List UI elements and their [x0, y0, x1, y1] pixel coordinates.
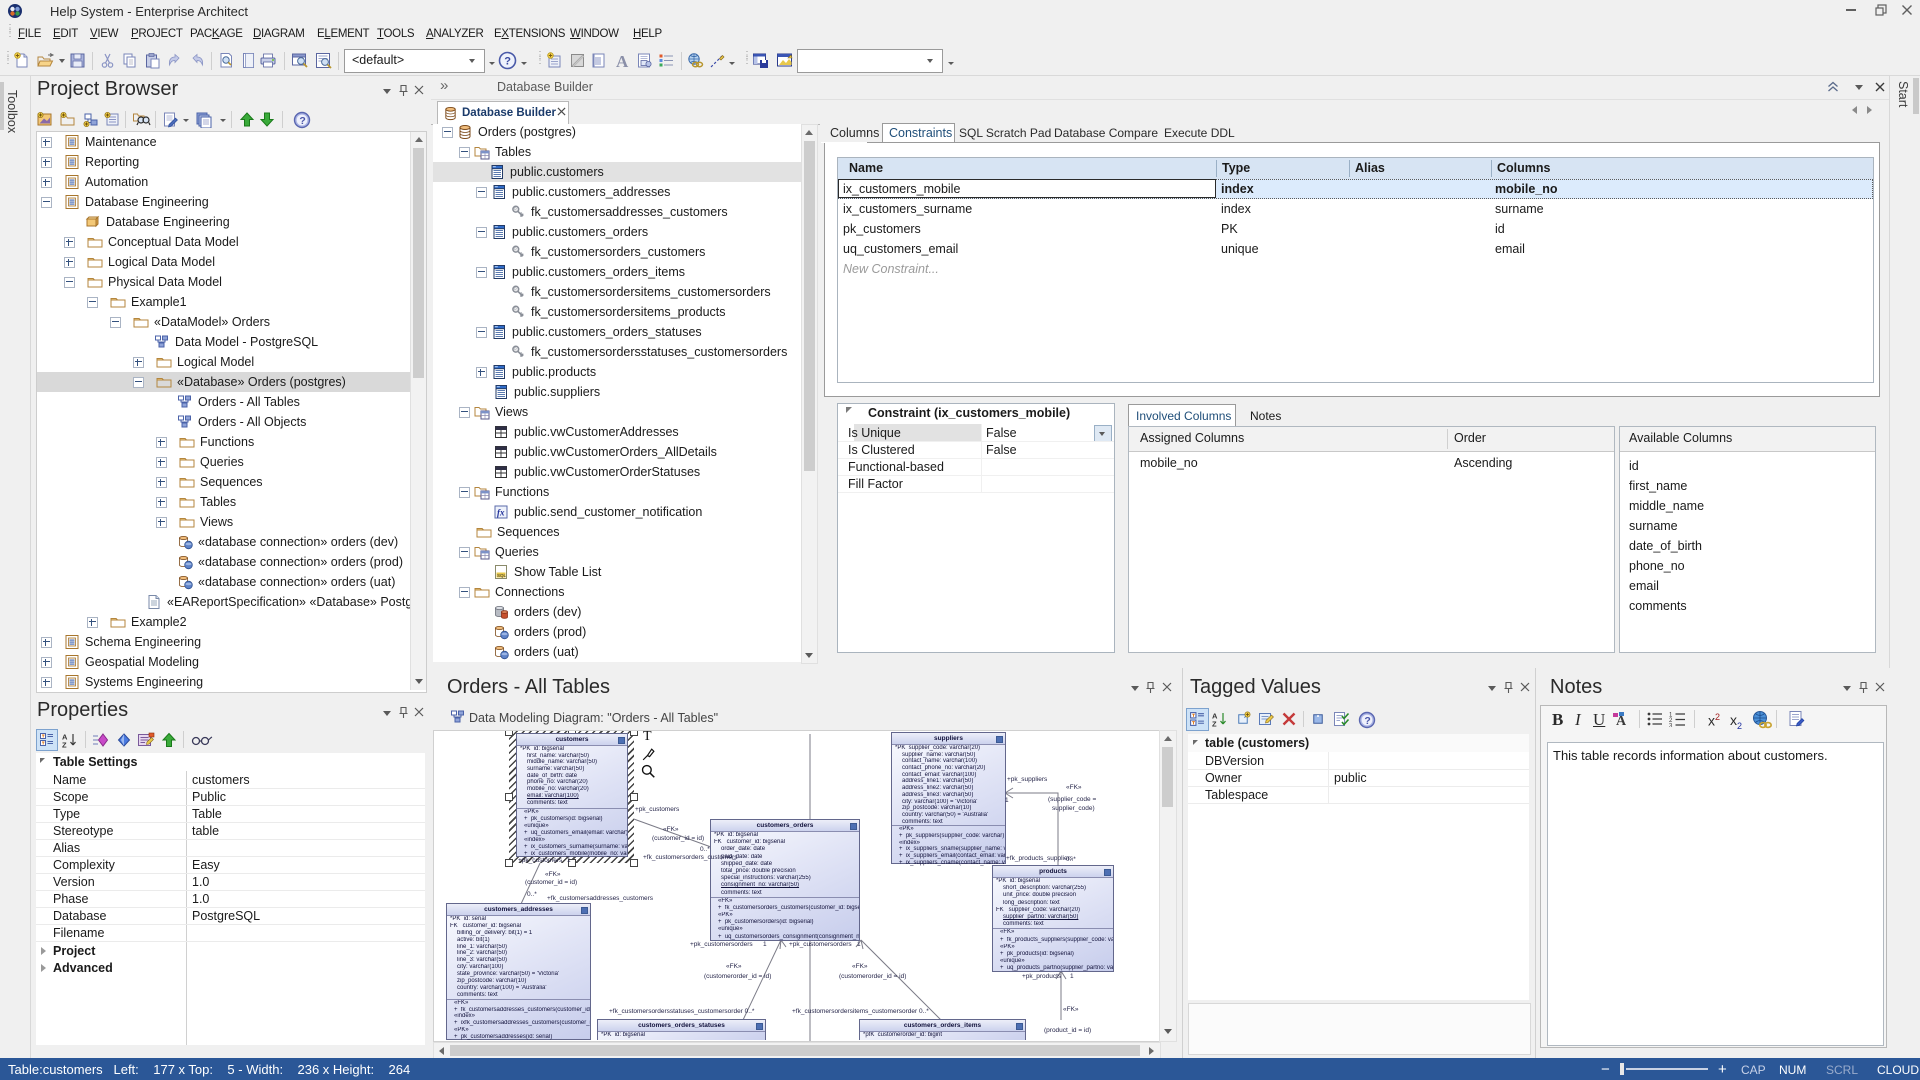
svg-text:?: ?	[1364, 715, 1370, 727]
svg-text:?: ?	[504, 56, 511, 68]
svg-text:?: ?	[299, 115, 305, 127]
svg-text:Z: Z	[62, 741, 67, 749]
svg-text:3: 3	[1669, 724, 1673, 728]
svg-text:Z: Z	[1212, 720, 1217, 728]
